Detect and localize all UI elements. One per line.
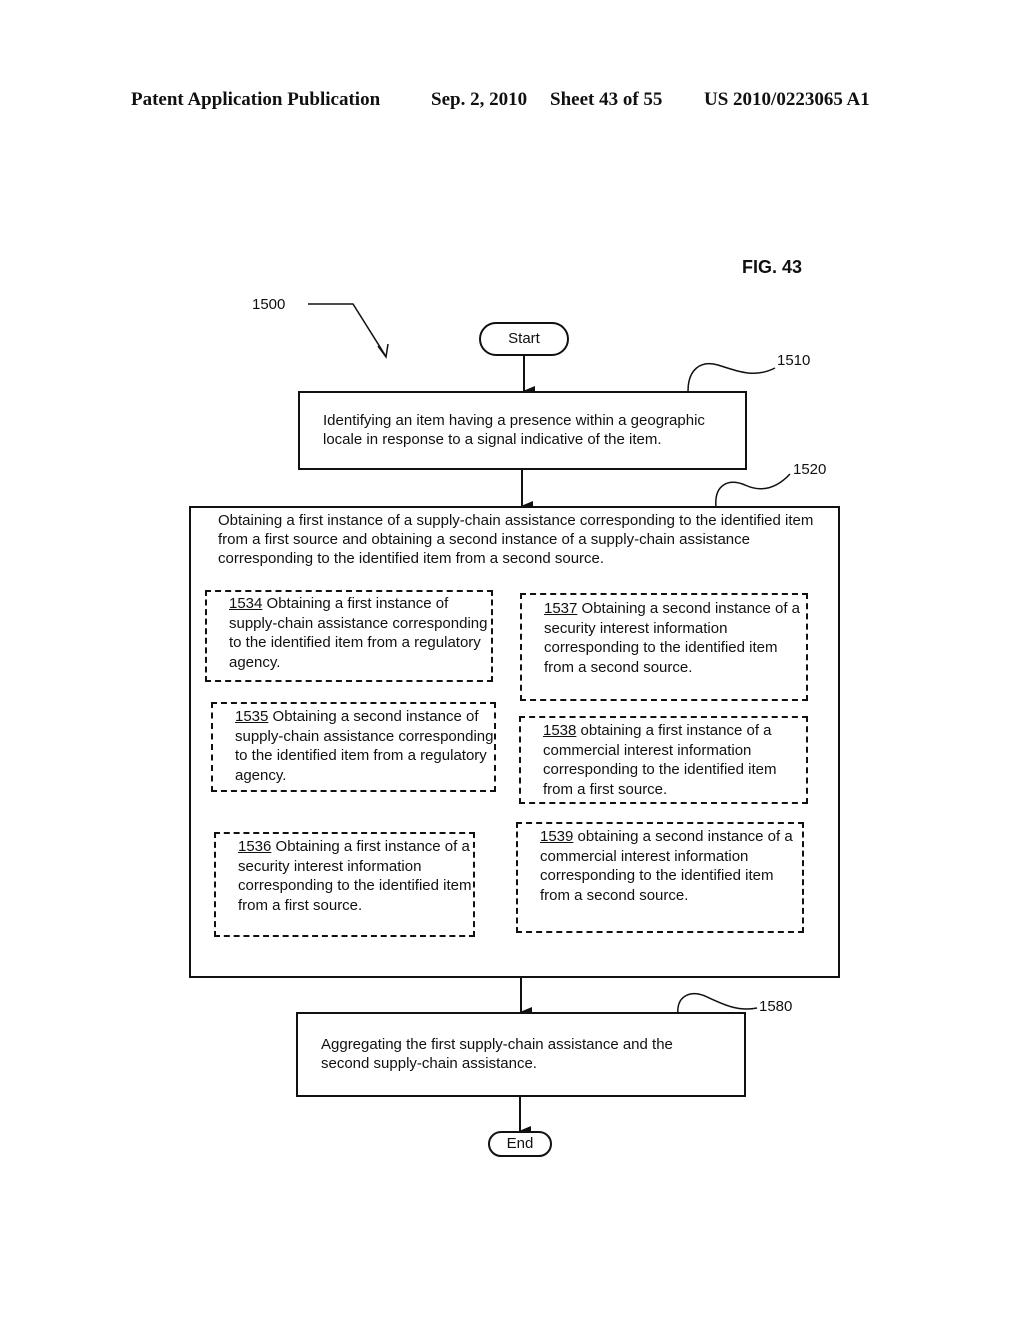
step-1510-ref: 1510: [777, 352, 811, 369]
option-1536: 1536 Obtaining a first instance of a sec…: [214, 832, 475, 937]
step-1580-box: Aggregating the first supply-chain assis…: [296, 1012, 746, 1097]
step-1580-ref: 1580: [759, 998, 793, 1015]
leader-1510: [687, 363, 776, 392]
end-terminal: End: [488, 1131, 552, 1157]
option-1534-number: 1534: [229, 595, 263, 612]
option-1535-text: Obtaining a second instance of supply-ch…: [235, 708, 494, 784]
option-1534: 1534 Obtaining a first instance of suppl…: [205, 590, 493, 682]
option-1537: 1537 Obtaining a second instance of a se…: [520, 593, 808, 701]
step-1520-text: Obtaining a first instance of a supply-c…: [218, 512, 814, 567]
option-1536-text: Obtaining a first instance of a security…: [238, 838, 472, 914]
option-1534-text: Obtaining a first instance of supply-cha…: [229, 595, 488, 671]
start-terminal: Start: [479, 322, 569, 356]
option-1538-text: obtaining a first instance of a commerci…: [543, 722, 777, 798]
option-1539-text: obtaining a second instance of a commerc…: [540, 828, 793, 904]
option-1539-number: 1539: [540, 828, 574, 845]
option-1538: 1538 obtaining a first instance of a com…: [519, 716, 808, 804]
figure-ref-pointer: [308, 303, 386, 356]
figure-ref-number: 1500: [252, 296, 286, 313]
option-1535-number: 1535: [235, 708, 269, 725]
leader-1520: [715, 473, 791, 508]
step-1510-box: Identifying an item having a presence wi…: [298, 391, 747, 470]
step-1520-ref: 1520: [793, 461, 827, 478]
option-1537-text: Obtaining a second instance of a securit…: [544, 600, 801, 676]
end-label: End: [506, 1135, 534, 1152]
figure-title: FIG. 43: [742, 257, 803, 277]
step-1510-text: Identifying an item having a presence wi…: [323, 412, 705, 448]
option-1536-number: 1536: [238, 838, 272, 855]
option-1538-number: 1538: [543, 722, 577, 739]
option-1539: 1539 obtaining a second instance of a co…: [516, 822, 804, 933]
option-1537-number: 1537: [544, 600, 578, 617]
start-label: Start: [508, 330, 540, 347]
option-1535: 1535 Obtaining a second instance of supp…: [211, 702, 496, 792]
step-1580-text: Aggregating the first supply-chain assis…: [321, 1036, 673, 1072]
